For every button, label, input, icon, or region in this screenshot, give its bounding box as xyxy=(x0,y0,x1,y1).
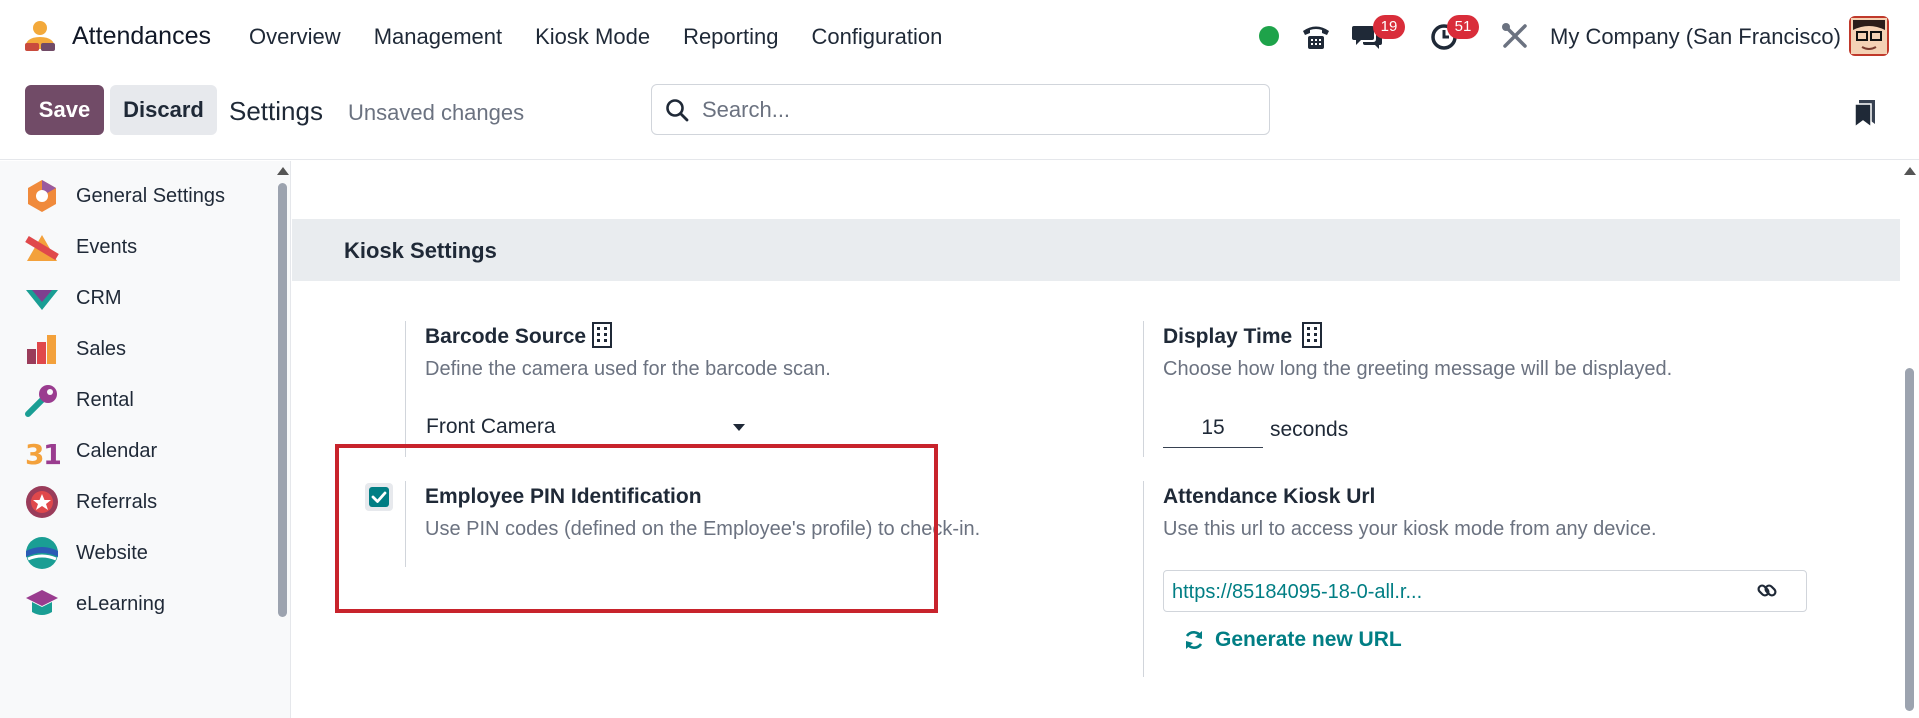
section-title: Kiosk Settings xyxy=(344,238,497,263)
svg-text:3: 3 xyxy=(25,438,44,469)
debug-tools-icon[interactable] xyxy=(1499,20,1531,52)
kiosk-url-value[interactable]: https://85184095-18-0-all.r... xyxy=(1172,581,1422,604)
website-icon xyxy=(26,537,58,569)
sidebar-item-elearning[interactable]: eLearning xyxy=(0,579,270,629)
save-button[interactable]: Save xyxy=(25,85,104,135)
app-title[interactable]: Attendances xyxy=(72,22,211,51)
crm-icon xyxy=(26,290,58,310)
rental-icon xyxy=(25,385,57,417)
bookmark-icon[interactable] xyxy=(1853,98,1879,128)
top-navbar: Attendances Overview Management Kiosk Mo… xyxy=(0,0,1919,74)
sidebar-item-general-settings[interactable]: General Settings xyxy=(0,171,270,221)
attendances-app-icon[interactable] xyxy=(22,19,58,55)
unsaved-indicator: Unsaved changes xyxy=(348,100,525,125)
generate-url-label: Generate new URL xyxy=(1215,628,1402,651)
sidebar-item-label: Sales xyxy=(76,337,127,360)
referrals-icon xyxy=(26,486,58,518)
sidebar-item-label: CRM xyxy=(76,286,122,309)
content-scroll-up-arrow[interactable] xyxy=(1904,167,1916,175)
kiosk-url-field[interactable]: https://85184095-18-0-all.r... xyxy=(1163,570,1807,612)
settings-content: Kiosk Settings Barcode Source Define the… xyxy=(292,161,1900,718)
general-settings-icon xyxy=(28,180,56,212)
company-switcher[interactable]: My Company (San Francisco) xyxy=(1550,24,1841,50)
menu-overview[interactable]: Overview xyxy=(249,24,341,50)
setting-divider xyxy=(1143,481,1144,677)
barcode-source-value: Front Camera xyxy=(426,415,556,438)
barcode-source-description: Define the camera used for the barcode s… xyxy=(425,358,831,380)
link-icon[interactable] xyxy=(1756,580,1778,602)
chevron-down-icon xyxy=(733,424,745,431)
calendar-icon: 3 1 xyxy=(25,438,60,469)
sidebar-scrollbar[interactable] xyxy=(278,183,287,617)
setting-divider xyxy=(405,321,406,457)
sidebar-item-crm[interactable]: CRM xyxy=(0,273,270,323)
barcode-source-title: Barcode Source xyxy=(425,325,587,348)
svg-text:1: 1 xyxy=(43,438,60,469)
search-bar[interactable] xyxy=(651,84,1270,135)
company-building-icon xyxy=(1302,322,1322,348)
sidebar-item-label: eLearning xyxy=(76,592,165,615)
events-icon xyxy=(25,235,59,261)
menu-configuration[interactable]: Configuration xyxy=(811,24,942,50)
search-icon xyxy=(666,99,689,122)
main-menu: Overview Management Kiosk Mode Reporting… xyxy=(249,24,975,50)
presence-status-dot xyxy=(1259,26,1279,46)
sidebar-item-label: Events xyxy=(76,235,138,258)
kiosk-url-description: Use this url to access your kiosk mode f… xyxy=(1163,518,1657,540)
sidebar-item-calendar[interactable]: 3 1 Calendar xyxy=(0,426,270,476)
barcode-source-select[interactable]: Front Camera xyxy=(425,409,745,447)
menu-reporting[interactable]: Reporting xyxy=(683,24,778,50)
display-time-unit: seconds xyxy=(1270,418,1349,441)
sidebar-item-label: Calendar xyxy=(76,439,158,462)
sidebar-item-label: Referrals xyxy=(76,490,158,513)
phone-icon[interactable] xyxy=(1300,20,1332,52)
search-input[interactable] xyxy=(702,95,1242,125)
discard-button[interactable]: Discard xyxy=(110,85,217,135)
company-building-icon xyxy=(592,322,612,348)
messages-badge: 19 xyxy=(1373,15,1405,39)
sales-icon xyxy=(27,335,56,364)
control-panel: Save Discard Settings Unsaved changes xyxy=(0,74,1919,160)
user-avatar[interactable] xyxy=(1849,16,1889,56)
activities-badge: 51 xyxy=(1447,15,1479,39)
elearning-icon xyxy=(26,590,58,615)
sidebar-item-referrals[interactable]: Referrals xyxy=(0,477,270,527)
sidebar-item-label: Website xyxy=(76,541,148,564)
menu-kiosk-mode[interactable]: Kiosk Mode xyxy=(535,24,650,50)
sidebar-item-label: General Settings xyxy=(76,184,225,207)
sidebar-item-sales[interactable]: Sales xyxy=(0,324,270,374)
display-time-description: Choose how long the greeting message wil… xyxy=(1163,358,1673,380)
kiosk-url-title: Attendance Kiosk Url xyxy=(1163,485,1376,508)
sidebar-item-website[interactable]: Website xyxy=(0,528,270,578)
highlight-annotation-box xyxy=(335,444,938,613)
content-scrollbar[interactable] xyxy=(1905,368,1914,711)
sidebar-scroll-up-arrow[interactable] xyxy=(277,167,289,175)
generate-url-button[interactable]: Generate new URL xyxy=(1183,621,1402,659)
settings-sidebar: General Settings Events CRM Sales Rental xyxy=(0,161,291,718)
section-header: Kiosk Settings xyxy=(292,219,1900,281)
display-time-input[interactable] xyxy=(1163,408,1263,448)
menu-management[interactable]: Management xyxy=(374,24,502,50)
sidebar-item-rental[interactable]: Rental xyxy=(0,375,270,425)
display-time-title: Display Time xyxy=(1163,325,1293,348)
sidebar-item-label: Rental xyxy=(76,388,134,411)
setting-divider xyxy=(1143,321,1144,457)
page-title: Settings xyxy=(229,96,323,126)
refresh-icon xyxy=(1185,631,1203,649)
sidebar-item-events[interactable]: Events xyxy=(0,222,270,272)
